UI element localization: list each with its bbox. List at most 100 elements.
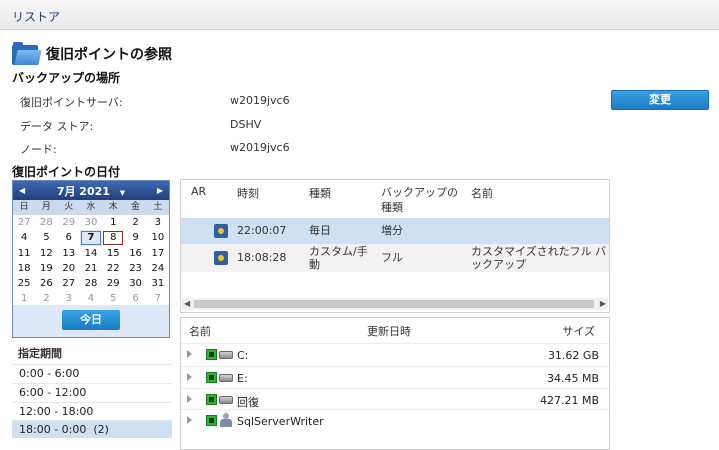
page-header: 復旧ポイントの参照 (12, 40, 172, 68)
today-button[interactable]: 今日 (62, 310, 120, 330)
calendar-day[interactable]: 24 (147, 261, 169, 276)
period-item[interactable]: 6:00 - 12:00 (12, 383, 172, 401)
calendar-day[interactable]: 5 (35, 230, 57, 245)
horizontal-scrollbar[interactable]: ◀ ▶ (182, 298, 608, 310)
drive-icon (219, 396, 233, 404)
col-modified[interactable]: 更新日時 (367, 323, 411, 339)
datastore-value: DSHV (230, 118, 262, 131)
calendar-day[interactable]: 17 (147, 246, 169, 261)
checkbox[interactable] (206, 415, 217, 426)
file-row[interactable]: 回復 427.21 MB (181, 388, 609, 411)
rp-backup-type: フル (381, 251, 403, 264)
checkbox[interactable] (206, 372, 217, 383)
calendar-day[interactable]: 6 (58, 230, 80, 245)
file-row[interactable]: E: 34.45 MB (181, 366, 609, 389)
rp-type: 毎日 (309, 224, 331, 237)
weekday-label: 月 (41, 202, 51, 212)
next-month-icon[interactable]: ▶ (157, 186, 163, 195)
window-title: リストア (12, 10, 61, 24)
col-backup-type[interactable]: バックアップの種類 (381, 185, 466, 215)
file-row[interactable]: C: 31.62 GB (181, 343, 609, 366)
period-item[interactable]: 0:00 - 6:00 (12, 364, 172, 382)
calendar-day[interactable]: 21 (80, 261, 102, 276)
calendar-day[interactable]: 14 (80, 246, 102, 261)
prev-month-icon[interactable]: ◀ (19, 186, 25, 195)
file-name: C: (237, 349, 249, 362)
file-size: 427.21 MB (539, 394, 599, 407)
calendar-day[interactable]: 31 (147, 276, 169, 291)
recovery-points-table: AR 時刻 種類 バックアップの種類 名前 22:00:07 毎日 増分 18:… (180, 179, 610, 313)
calendar-header: ◀ 7月 2021 ▼ ▶ (13, 181, 169, 200)
period-item-selected[interactable]: 18:00 - 0:00 (2) (12, 420, 172, 438)
period-item[interactable]: 12:00 - 18:00 (12, 402, 172, 420)
calendar-day[interactable]: 2 (124, 215, 146, 230)
scroll-left-icon[interactable]: ◀ (184, 298, 190, 310)
calendar-day[interactable]: 30 (124, 276, 146, 291)
calendar-day[interactable]: 12 (35, 246, 57, 261)
calendar-day[interactable]: 18 (13, 261, 35, 276)
calendar-day[interactable]: 4 (13, 230, 35, 245)
month-selector[interactable]: 7月 2021 ▼ (57, 183, 125, 199)
calendar-day[interactable]: 27 (13, 215, 35, 230)
calendar-day[interactable]: 11 (13, 246, 35, 261)
file-size: 31.62 GB (547, 349, 599, 362)
rp-backup-type: 増分 (381, 224, 403, 237)
col-time[interactable]: 時刻 (237, 185, 259, 201)
calendar-day[interactable]: 26 (35, 276, 57, 291)
col-size[interactable]: サイズ (562, 323, 595, 339)
datastore-label: データ ストア: (20, 120, 94, 133)
expand-icon[interactable] (187, 373, 192, 381)
weekday-row: 日月火水木金土 (13, 200, 169, 215)
weekday-label: 土 (153, 202, 163, 212)
drive-icon (219, 351, 233, 359)
calendar-day[interactable]: 23 (124, 261, 146, 276)
file-row[interactable]: SqlServerWriter (181, 409, 609, 432)
calendar-day[interactable]: 29 (102, 276, 124, 291)
calendar-day[interactable]: 9 (124, 230, 146, 245)
expand-icon[interactable] (187, 350, 192, 358)
calendar-day[interactable]: 25 (13, 276, 35, 291)
calendar-day[interactable]: 3 (147, 215, 169, 230)
checkbox[interactable] (206, 349, 217, 360)
backup-location-title: バックアップの場所 (12, 71, 121, 85)
calendar-day[interactable]: 22 (102, 261, 124, 276)
change-button[interactable]: 変更 (611, 90, 709, 110)
calendar-day[interactable]: 8 (102, 230, 124, 245)
col-file-name[interactable]: 名前 (189, 323, 211, 339)
calendar-day[interactable]: 15 (102, 246, 124, 261)
calendar-day[interactable]: 20 (58, 261, 80, 276)
col-type[interactable]: 種類 (309, 185, 331, 201)
checkbox[interactable] (206, 394, 217, 405)
calendar-day[interactable]: 10 (147, 230, 169, 245)
node-label: ノード: (20, 143, 57, 156)
recovery-date-title: 復旧ポイントの日付 (12, 165, 121, 179)
calendar-day[interactable]: 7 (79, 230, 103, 246)
calendar-day[interactable]: 1 (102, 215, 124, 230)
expand-icon[interactable] (187, 395, 192, 403)
expand-icon[interactable] (187, 416, 192, 424)
page-title: 復旧ポイントの参照 (46, 47, 172, 63)
calendar-day[interactable]: 27 (58, 276, 80, 291)
calendar-day[interactable]: 29 (58, 215, 80, 230)
col-ar[interactable]: AR (191, 185, 206, 198)
weekday-label: 木 (108, 202, 118, 212)
col-name[interactable]: 名前 (471, 185, 493, 201)
calendar-day[interactable]: 13 (58, 246, 80, 261)
calendar-day[interactable]: 16 (124, 246, 146, 261)
calendar-days: 27 28 29 30 1 2 3 4 5 6 7 8 9 10 11 12 13 14 15 16 17 18 19 20 2… (13, 215, 169, 307)
folder-icon (12, 42, 42, 66)
calendar: ◀ 7月 2021 ▼ ▶ 日月火水木金土 27 28 29 30 1 2 3 4 5 6 7 8 9 1… (12, 180, 170, 338)
rp-name: カスタマイズされたフル バックアップ (471, 245, 607, 271)
calendar-day[interactable]: 28 (35, 215, 57, 230)
calendar-day[interactable]: 30 (80, 215, 102, 230)
month-label: 7月 2021 (56, 184, 110, 198)
rp-type: カスタム/手動 (309, 245, 368, 271)
scrollbar-thumb[interactable] (194, 300, 594, 308)
recovery-point-row[interactable]: 18:08:28 カスタム/手動 フル カスタマイズされたフル バックアップ (181, 244, 609, 272)
files-table: 名前 更新日時 サイズ C: 31.62 GB E: 34.45 MB 回復 4… (180, 317, 610, 450)
recovery-point-row[interactable]: 22:00:07 毎日 増分 (181, 218, 609, 244)
calendar-day[interactable]: 19 (35, 261, 57, 276)
calendar-day[interactable]: 28 (80, 276, 102, 291)
rps-value: w2019jvc6 (230, 94, 290, 107)
scroll-right-icon[interactable]: ▶ (600, 298, 606, 310)
